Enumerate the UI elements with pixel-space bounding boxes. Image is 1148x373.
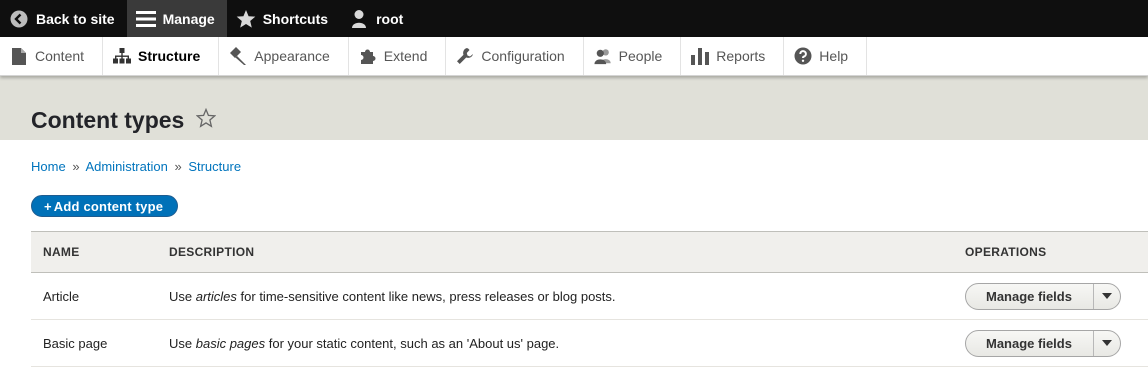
admin-toolbar: Back to site Manage Shortcuts root [0, 0, 1148, 37]
table-row: Basic page Use basic pages for your stat… [31, 319, 1148, 367]
operations-cell: Manage fields [965, 319, 1148, 367]
add-content-type-button[interactable]: + Add content type [31, 195, 179, 217]
shortcuts-tab[interactable]: Shortcuts [227, 0, 340, 37]
dropbutton-toggle[interactable] [1094, 331, 1120, 356]
manage-tab[interactable]: Manage [126, 0, 227, 37]
wrench-icon [456, 47, 474, 65]
tray-item-label: Reports [716, 48, 766, 64]
content-type-description: Use basic pages for your static content,… [169, 319, 965, 367]
operations-cell: Manage fields [965, 272, 1148, 320]
operations-dropbutton: Manage fields [965, 282, 1121, 310]
column-header-description: Description [169, 245, 255, 259]
back-to-site-label: Back to site [36, 10, 115, 27]
sitemap-icon [113, 47, 132, 65]
tray-item-people[interactable]: People [584, 37, 682, 75]
tray-item-label: Structure [138, 48, 201, 64]
people-icon [594, 47, 612, 65]
description-emphasis: basic pages [195, 335, 266, 351]
back-to-site-link[interactable]: Back to site [0, 0, 127, 37]
description-text: for your static content, such as an 'Abo… [265, 335, 560, 351]
manage-label: Manage [162, 10, 215, 27]
tray-item-configuration[interactable]: Configuration [446, 37, 584, 75]
manage-fields-button[interactable]: Manage fields [966, 283, 1094, 309]
plus-icon: + [44, 198, 52, 214]
user-label: root [376, 10, 404, 27]
page-header: Content types [0, 76, 1148, 140]
bar-chart-icon [691, 47, 710, 65]
content-type-name: Basic page [31, 319, 169, 367]
add-content-type-label: Add content type [53, 198, 164, 214]
dropbutton-toggle[interactable] [1094, 284, 1120, 309]
menu-icon [135, 8, 157, 30]
operations-dropbutton: Manage fields [965, 329, 1121, 357]
tray-item-content[interactable]: Content [0, 37, 104, 75]
content-type-name: Article [31, 272, 169, 320]
tray-item-help[interactable]: Help [784, 37, 868, 75]
tray-item-structure[interactable]: Structure [103, 37, 220, 75]
breadcrumb: Home » Administration » Structure [31, 159, 1148, 174]
breadcrumb-structure[interactable]: Structure [188, 159, 241, 174]
tray-item-reports[interactable]: Reports [681, 37, 785, 75]
page-icon [10, 47, 28, 65]
tray-item-label: People [618, 48, 663, 64]
description-emphasis: articles [195, 288, 237, 304]
user-tab[interactable]: root [340, 0, 415, 37]
description-text: for time-sensitive content like news, pr… [236, 288, 616, 304]
help-icon [794, 47, 812, 65]
user-icon [348, 8, 370, 30]
puzzle-icon [359, 47, 377, 65]
caret-down-icon [1101, 340, 1112, 346]
tray-item-label: Help [819, 48, 849, 64]
column-header-name: Name [43, 245, 80, 259]
paintbrush-icon [229, 47, 247, 65]
tray-item-appearance[interactable]: Appearance [219, 37, 349, 75]
caret-down-icon [1101, 293, 1112, 299]
table-header-row: Name Description Operations [31, 231, 1148, 273]
back-arrow-icon [8, 8, 30, 30]
admin-menu-tray: Content Structure Appearance Extend Conf… [0, 37, 1148, 76]
content-type-description: Use articles for time-sensitive content … [169, 272, 965, 320]
breadcrumb-separator: » [72, 159, 80, 174]
star-icon [235, 8, 257, 30]
breadcrumb-administration[interactable]: Administration [85, 159, 167, 174]
tray-item-label: Content [35, 48, 85, 64]
tray-item-label: Extend [383, 48, 428, 64]
breadcrumb-home[interactable]: Home [31, 159, 66, 174]
tray-item-label: Appearance [254, 48, 330, 64]
page-title: Content types [31, 107, 185, 133]
shortcut-star-icon[interactable] [195, 107, 217, 131]
content-types-table: Name Description Operations Article Use … [31, 231, 1148, 367]
tray-item-extend[interactable]: Extend [349, 37, 447, 75]
breadcrumb-separator: » [174, 159, 182, 174]
table-row: Article Use articles for time-sensitive … [31, 272, 1148, 320]
manage-fields-button[interactable]: Manage fields [966, 330, 1094, 356]
tray-item-label: Configuration [481, 48, 565, 64]
column-header-operations: Operations [965, 245, 1047, 259]
shortcuts-label: Shortcuts [262, 10, 329, 27]
description-text: Use [169, 335, 196, 351]
description-text: Use [169, 288, 196, 304]
